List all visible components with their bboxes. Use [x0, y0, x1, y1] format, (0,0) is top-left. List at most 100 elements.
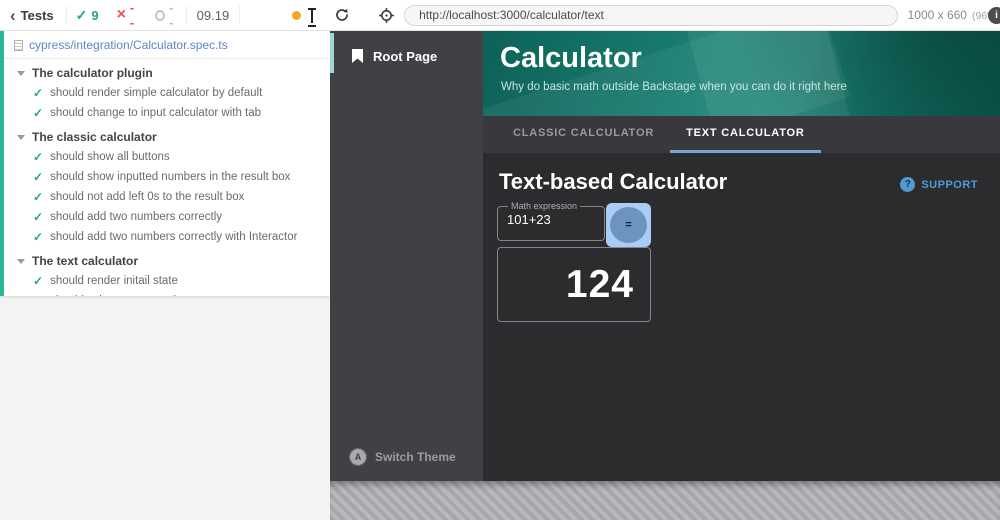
- passed-check-icon: ✓: [33, 294, 43, 296]
- spec-header: cypress/integration/Calculator.spec.ts: [4, 31, 330, 59]
- test-row[interactable]: ✓ should change to input calculator with…: [4, 103, 330, 123]
- test-row[interactable]: ✓ should render initail state: [4, 271, 330, 291]
- passed-check-icon: ✓: [76, 7, 88, 24]
- recording-indicator: [292, 8, 317, 23]
- suite-title-label: The classic calculator: [32, 130, 157, 144]
- sidebar-item-switch-theme[interactable]: A Switch Theme: [330, 445, 483, 469]
- passed-check-icon: ✓: [33, 170, 43, 184]
- tab-classic-calculator[interactable]: CLASSIC CALCULATOR: [497, 116, 670, 153]
- switch-theme-label: Switch Theme: [375, 450, 456, 464]
- divider: [239, 6, 240, 24]
- equals-label: =: [625, 219, 631, 231]
- test-row[interactable]: ✓ should add two numbers correctly: [4, 207, 330, 227]
- test-row[interactable]: ✓ should render simple calculator by def…: [4, 83, 330, 103]
- suite-block: The classic calculator ✓ should show all…: [4, 127, 330, 247]
- test-name-label: should not add left 0s to the result box: [50, 191, 244, 203]
- passed-check-icon: ✓: [33, 210, 43, 224]
- test-row[interactable]: ✓ should show all buttons: [4, 147, 330, 167]
- selector-playground-button[interactable]: [378, 5, 396, 25]
- info-icon[interactable]: i: [988, 7, 1000, 24]
- app-under-test: Root Page A Switch Theme Calculator Why …: [330, 31, 1000, 481]
- passed-check-icon: ✓: [33, 190, 43, 204]
- passed-check-icon: ✓: [33, 274, 43, 288]
- suite-title-classic-calculator[interactable]: The classic calculator: [4, 127, 330, 147]
- test-name-label: should add two numbers correctly: [50, 211, 222, 223]
- test-name-label: should render simple calculator by defau…: [50, 87, 262, 99]
- test-row[interactable]: ✓ should add two numbers correctly with …: [4, 227, 330, 247]
- spec-file-link[interactable]: cypress/integration/Calculator.spec.ts: [29, 38, 228, 52]
- test-name-label: should solve an expression: [50, 295, 189, 296]
- passed-check-icon: ✓: [33, 86, 43, 100]
- suite-title-label: The calculator plugin: [32, 66, 153, 80]
- back-to-tests-button[interactable]: ‹ Tests: [0, 0, 66, 30]
- test-name-label: should add two numbers correctly with In…: [50, 231, 297, 243]
- refresh-button[interactable]: [333, 5, 351, 25]
- theme-icon: A: [350, 449, 366, 465]
- suite-title-calculator-plugin[interactable]: The calculator plugin: [4, 63, 330, 83]
- passed-count: ✓ 9: [67, 7, 108, 24]
- pending-circle-icon: [155, 10, 165, 21]
- passed-check-icon: ✓: [33, 230, 43, 244]
- result-value: 124: [566, 263, 634, 307]
- page-title: Calculator: [500, 42, 642, 75]
- viewport-info: 1000 x 660 (96%): [908, 8, 1000, 22]
- url-input[interactable]: [419, 8, 883, 22]
- suite-block: The text calculator ✓ should render init…: [4, 251, 330, 296]
- test-row[interactable]: ✓ should not add left 0s to the result b…: [4, 187, 330, 207]
- runner-topbar: ‹ Tests ✓ 9 × -- -- 09.19: [0, 0, 1000, 31]
- pending-count-value: --: [169, 0, 177, 30]
- equals-button[interactable]: =: [606, 203, 651, 247]
- suite-title-label: The text calculator: [32, 254, 138, 268]
- spec-card: cypress/integration/Calculator.spec.ts T…: [0, 31, 330, 296]
- orange-status-dot-icon: [292, 11, 301, 20]
- page-subtitle: Why do basic math outside Backstage when…: [501, 81, 847, 93]
- passed-check-icon: ✓: [33, 106, 43, 120]
- passed-check-icon: ✓: [33, 150, 43, 164]
- viewport-size: 1000 x 660: [908, 8, 967, 22]
- support-button[interactable]: ? SUPPORT: [900, 177, 978, 192]
- test-name-label: should render initail state: [50, 275, 178, 287]
- app-page-header: Calculator Why do basic math outside Bac…: [483, 31, 1000, 116]
- collapse-caret-icon: [17, 71, 25, 76]
- refresh-icon: [334, 7, 350, 23]
- crosshair-icon: [378, 7, 395, 24]
- result-box: 124: [497, 247, 651, 322]
- root-page-label: Root Page: [373, 49, 437, 64]
- math-expression-field: Math expression: [497, 201, 605, 241]
- collapse-caret-icon: [17, 135, 25, 140]
- passed-count-value: 9: [91, 8, 98, 23]
- test-duration: 09.19: [187, 8, 240, 23]
- suite-title-text-calculator[interactable]: The text calculator: [4, 251, 330, 271]
- text-cursor-icon: [307, 8, 317, 23]
- test-row[interactable]: ✓ should show inputted numbers in the re…: [4, 167, 330, 187]
- test-row[interactable]: ✓ should solve an expression: [4, 291, 330, 296]
- failed-x-icon: ×: [117, 8, 126, 22]
- test-name-label: should change to input calculator with t…: [50, 107, 261, 119]
- spec-file-icon: [14, 40, 23, 51]
- card-title: Text-based Calculator: [499, 169, 727, 195]
- test-name-label: should show inputted numbers in the resu…: [50, 171, 290, 183]
- text-calculator-card: Text-based Calculator ? SUPPORT Math exp…: [483, 153, 1000, 481]
- viewport-backdrop-stripes: [330, 481, 1000, 520]
- collapse-caret-icon: [17, 259, 25, 264]
- tab-bar: CLASSIC CALCULATOR TEXT CALCULATOR: [483, 116, 1000, 153]
- math-expression-input[interactable]: [506, 211, 596, 233]
- app-sidebar: Root Page A Switch Theme: [330, 31, 483, 481]
- failed-count-value: --: [130, 0, 137, 30]
- bookmark-icon: [352, 49, 363, 63]
- tab-text-calculator[interactable]: TEXT CALCULATOR: [670, 116, 821, 153]
- math-expression-label: Math expression: [508, 201, 580, 211]
- cypress-runner-screen: ‹ Tests ✓ 9 × -- -- 09.19: [0, 0, 1000, 520]
- test-name-label: should show all buttons: [50, 151, 170, 163]
- failed-count: × --: [108, 0, 146, 30]
- sidebar-item-root-page[interactable]: Root Page: [330, 43, 483, 69]
- pending-count: --: [146, 0, 186, 30]
- test-sidebar: cypress/integration/Calculator.spec.ts T…: [0, 31, 330, 520]
- cypress-click-ripple-icon: =: [610, 207, 647, 243]
- app-main: Calculator Why do basic math outside Bac…: [483, 31, 1000, 481]
- help-icon: ?: [900, 177, 915, 192]
- back-to-tests-label: Tests: [21, 8, 54, 23]
- suite-block: The calculator plugin ✓ should render si…: [4, 63, 330, 123]
- support-label: SUPPORT: [921, 179, 978, 191]
- url-bar: [404, 5, 898, 26]
